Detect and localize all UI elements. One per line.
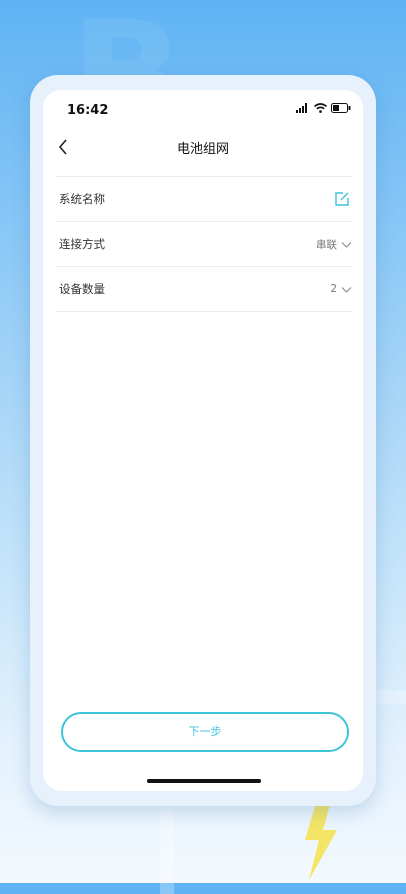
signal-icon (296, 103, 307, 113)
status-time: 16:42 (67, 103, 109, 118)
setting-control[interactable]: 2 (330, 283, 352, 295)
next-step-button[interactable]: 下一步 (61, 712, 349, 752)
chevron-down-icon (341, 241, 352, 248)
setting-row-connection-mode[interactable]: 连接方式 串联 (55, 221, 352, 266)
edit-icon[interactable] (334, 191, 350, 207)
page-title: 电池组网 (176, 142, 229, 157)
setting-row-device-count[interactable]: 设备数量 2 (55, 266, 352, 312)
wifi-icon (314, 103, 327, 113)
setting-row-system-name[interactable]: 系统名称 (55, 176, 352, 221)
app-screen: 16:42 电池组网 系统名称 连接方式 串联 设备数量 2 下一步 (43, 90, 363, 791)
setting-value: 串联 (316, 238, 337, 251)
nav-bar: 电池组网 (43, 130, 363, 170)
setting-control[interactable]: 串联 (316, 237, 352, 252)
chevron-down-icon (341, 286, 352, 293)
setting-label: 设备数量 (59, 282, 105, 296)
setting-value: 2 (330, 283, 337, 295)
lightning-bolt-icon (305, 800, 337, 880)
home-indicator (147, 779, 261, 783)
status-icons (296, 103, 351, 113)
status-bar: 16:42 (43, 90, 363, 130)
setting-label: 系统名称 (59, 192, 105, 206)
setting-control[interactable] (334, 191, 352, 207)
battery-icon (331, 103, 351, 113)
settings-list: 系统名称 连接方式 串联 设备数量 2 (55, 176, 352, 312)
setting-label: 连接方式 (59, 237, 105, 251)
